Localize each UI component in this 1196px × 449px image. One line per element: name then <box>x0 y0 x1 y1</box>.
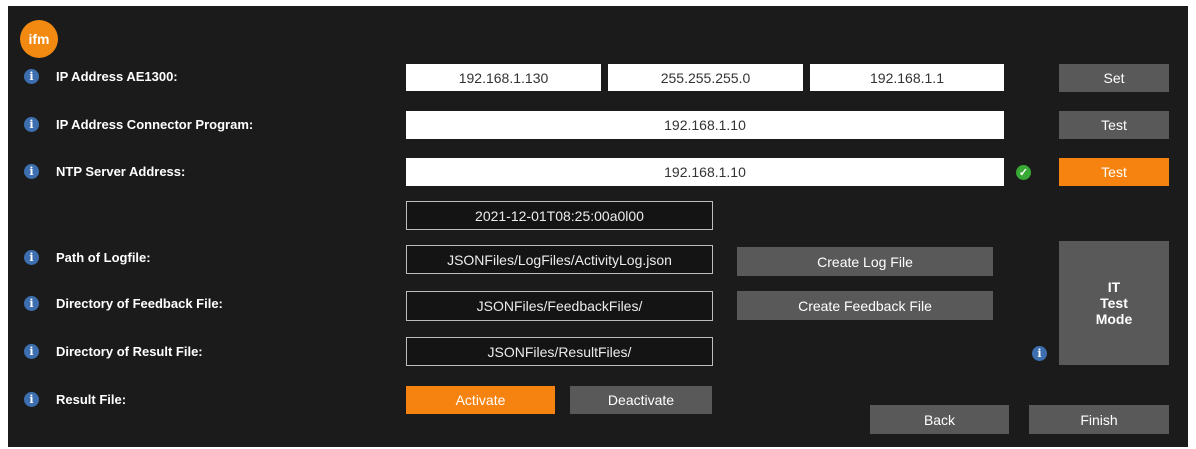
it-test-mode-button[interactable]: IT Test Mode <box>1059 241 1169 365</box>
info-icon[interactable]: i <box>24 117 39 132</box>
create-log-file-button[interactable]: Create Log File <box>737 247 993 276</box>
set-button[interactable]: Set <box>1059 64 1169 92</box>
create-feedback-file-button[interactable]: Create Feedback File <box>737 291 993 320</box>
ip-ae1300-label: IP Address AE1300: <box>56 69 178 84</box>
activate-button[interactable]: Activate <box>406 386 555 414</box>
ip-ae1300-gateway-input[interactable]: 192.168.1.1 <box>810 64 1004 91</box>
back-button[interactable]: Back <box>870 405 1009 434</box>
info-icon[interactable]: i <box>24 296 39 311</box>
info-icon[interactable]: i <box>24 69 39 84</box>
info-icon[interactable]: i <box>1032 346 1047 361</box>
finish-button[interactable]: Finish <box>1029 405 1169 434</box>
info-icon[interactable]: i <box>24 164 39 179</box>
it-test-mode-line3: Mode <box>1095 311 1133 327</box>
info-icon[interactable]: i <box>24 250 39 265</box>
result-dir-input[interactable]: JSONFiles/ResultFiles/ <box>406 337 713 366</box>
feedback-label: Directory of Feedback File: <box>56 296 223 311</box>
info-icon[interactable]: i <box>24 344 39 359</box>
ntp-timestamp-display: 2021-12-01T08:25:00a0l00 <box>406 201 713 230</box>
logfile-path-input[interactable]: JSONFiles/LogFiles/ActivityLog.json <box>406 245 713 274</box>
test-connector-button[interactable]: Test <box>1059 111 1169 139</box>
ifm-logo: ifm <box>20 20 58 58</box>
result-dir-label: Directory of Result File: <box>56 344 203 359</box>
info-icon[interactable]: i <box>24 392 39 407</box>
check-icon: ✓ <box>1016 165 1031 180</box>
logfile-label: Path of Logfile: <box>56 250 151 265</box>
ntp-server-input[interactable]: 192.168.1.10 <box>406 158 1004 186</box>
ip-ae1300-subnet-input[interactable]: 255.255.255.0 <box>608 64 803 91</box>
deactivate-button[interactable]: Deactivate <box>570 386 712 414</box>
it-test-mode-line2: Test <box>1100 295 1128 311</box>
ntp-label: NTP Server Address: <box>56 164 186 179</box>
ip-connector-label: IP Address Connector Program: <box>56 117 254 132</box>
ip-connector-input[interactable]: 192.168.1.10 <box>406 111 1004 139</box>
it-test-mode-line1: IT <box>1107 279 1121 295</box>
test-ntp-button[interactable]: Test <box>1059 158 1169 186</box>
ip-ae1300-address-input[interactable]: 192.168.1.130 <box>406 64 601 91</box>
feedback-dir-input[interactable]: JSONFiles/FeedbackFiles/ <box>406 291 713 321</box>
result-file-label: Result File: <box>56 392 127 407</box>
